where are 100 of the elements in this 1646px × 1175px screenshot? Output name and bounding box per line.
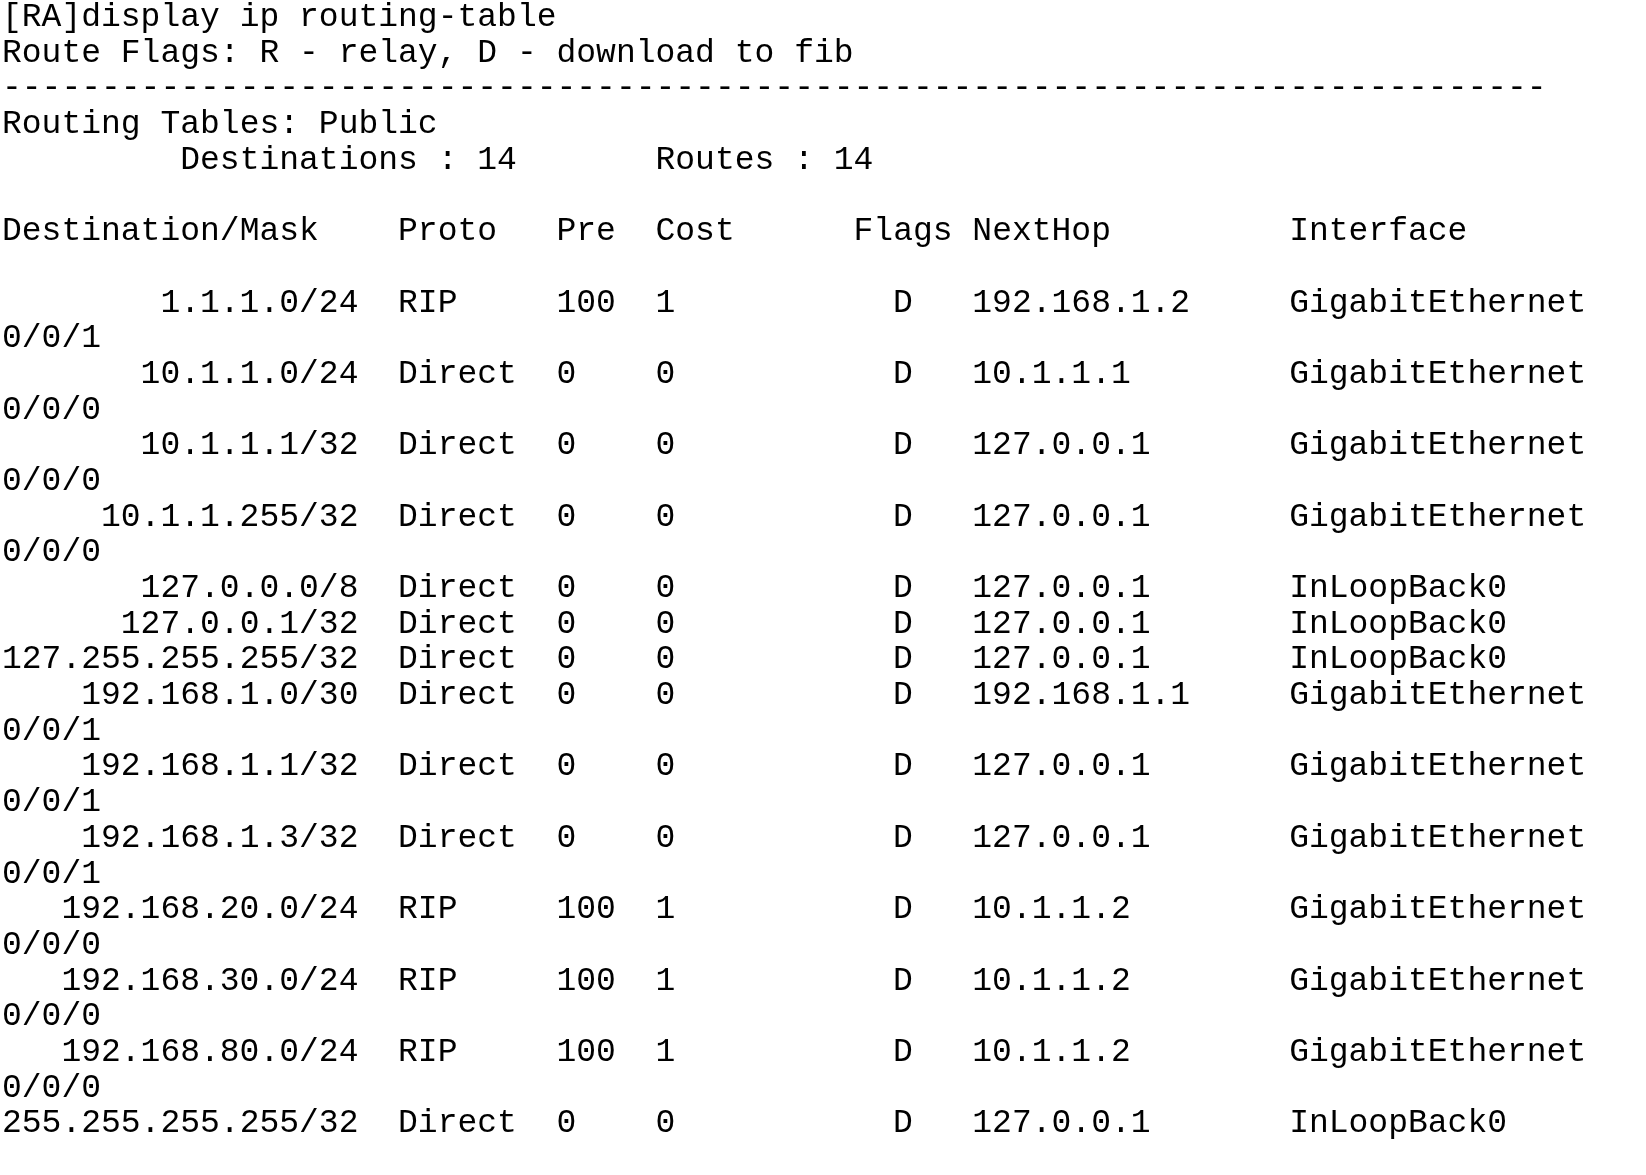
table-cell: GigabitEthernet [1289,820,1587,857]
column-header: Destination/Mask [2,214,320,250]
table-cell: 0/0/1 [2,321,102,357]
table-cell-text: 100 [556,892,617,928]
column-header: Cost [655,214,736,250]
table-cell: 255.255.255.255/32 [2,1106,359,1142]
table-cell: 0/0/1 [2,785,102,821]
table-cell-text: 192.168.30.0/24 [60,963,359,1000]
table-cell-text: 127.0.0.1 [972,499,1152,536]
table-cell-text: 0 [556,571,578,607]
table-cell-text: 192.168.1.0/30 [80,678,359,714]
table-cell-text: Direct [398,428,518,464]
table-cell-text: 127.0.0.1 [972,820,1152,857]
table-cell-text: 127.0.0.1 [972,749,1152,786]
table-cell: InLoopBack0 [1289,642,1507,679]
table-cell-text: 0 [556,428,578,464]
table-cell-text: RIP [398,892,459,928]
table-cell-text: D [893,606,914,643]
table-cell-text: 127.0.0.1 [972,428,1152,464]
table-cell: 0/0/0 [2,927,102,964]
table-cell-text: 0 [655,499,677,536]
table-cell: InLoopBack0 [1289,606,1507,643]
table-cell-text: 100 [556,963,617,1000]
table-cell-text: 10.1.1.0/24 [139,356,359,393]
table-cell-text: D [893,678,914,714]
table-cell: 0/0/0 [2,535,102,571]
table-cell-text: D [893,642,914,679]
table-cell-text: D [893,428,914,464]
separator-line: ------------------------------------------------------------------------------ [2,71,1547,108]
table-cell-text: 0 [655,571,677,607]
table-cell: 0/0/0 [2,392,102,429]
table-cell-text: 192.168.20.0/24 [60,892,359,928]
table-cell-text: Direct [398,820,518,857]
table-cell-text: 1 [655,892,677,928]
table-cell-text: Direct [398,642,518,679]
table-cell-text: D [893,892,914,928]
table-cell-text: D [893,571,914,607]
table-cell-text: 192.168.1.2 [972,285,1192,322]
table-cell-text: 0 [655,642,677,679]
table-cell-text: RIP [398,963,459,1000]
table-cell-text: 1.1.1.0/24 [159,285,359,322]
table-cell-text: Direct [398,571,518,607]
table-cell-text: 192.168.1.1/32 [80,749,359,786]
table-cell-text: 1 [655,963,677,1000]
column-header: Proto [398,214,499,250]
table-cell: GigabitEthernet [1289,1034,1587,1071]
table-cell-text: 0 [655,356,677,393]
routes-count: Routes : 14 [655,142,874,179]
table-cell-text: 10.1.1.2 [972,963,1132,1000]
table-cell: GigabitEthernet [1289,499,1587,536]
table-cell-text: 0 [556,356,578,393]
table-cell: InLoopBack0 [1289,571,1507,607]
table-cell: 0/0/0 [2,1070,102,1107]
table-cell-text: 0 [556,678,578,714]
table-cell-text: Direct [398,1106,518,1142]
table-cell-text: Direct [398,356,518,393]
table-cell-text: Direct [398,606,518,643]
table-cell: 0/0/1 [2,856,102,893]
table-cell-text: 10.1.1.255/32 [100,499,359,536]
table-cell-text: D [893,499,914,536]
table-cell-text: 100 [556,1034,617,1071]
table-cell-text: RIP [398,285,459,322]
table-title: Routing Tables: Public [2,107,438,143]
table-cell: GigabitEthernet [1289,428,1587,464]
table-cell-text: 127.0.0.1 [972,1106,1152,1142]
table-cell-text: 100 [556,285,617,322]
table-cell-text: 0 [556,499,578,536]
table-cell: GigabitEthernet [1289,892,1587,928]
table-cell-text: 127.0.0.1 [972,571,1152,607]
table-cell-text: 192.168.80.0/24 [60,1034,359,1071]
table-cell-text: D [893,356,914,393]
table-cell-text: 0 [655,820,677,857]
table-cell: GigabitEthernet [1289,285,1587,322]
table-cell: GigabitEthernet [1289,963,1587,1000]
table-cell-text: 10.1.1.2 [972,892,1132,928]
table-cell-text: D [893,285,914,322]
table-cell: 0/0/1 [2,713,102,750]
table-cell-text: 127.0.0.1 [972,642,1152,679]
table-cell-text: Direct [398,499,518,536]
table-cell-text: 10.1.1.2 [972,1034,1132,1071]
table-cell-text: 10.1.1.1 [972,356,1132,393]
table-cell: GigabitEthernet [1289,678,1587,714]
table-cell-text: D [893,749,914,786]
table-cell-text: 0 [556,606,578,643]
table-cell-text: RIP [398,1034,459,1071]
table-cell-text: 127.0.0.0/8 [139,571,359,607]
table-cell-text: 127.0.0.1/32 [119,606,359,643]
table-cell-text: D [893,820,914,857]
column-header: Pre [556,214,617,250]
table-cell: 0/0/0 [2,999,102,1035]
table-cell-text: D [893,1034,914,1071]
destinations-count: Destinations : 14 [180,142,518,179]
table-cell-text: Direct [398,749,518,786]
command-line: [RA]display ip routing-table [2,0,557,36]
table-cell-text: 192.168.1.3/32 [80,820,359,857]
flags-legend: Route Flags: R - relay, D - download to fib [2,35,854,72]
table-cell: 0/0/0 [2,463,102,500]
table-cell-text: 0 [556,749,578,786]
table-cell-text: 192.168.1.1 [972,678,1192,714]
table-cell-text: 0 [655,606,677,643]
